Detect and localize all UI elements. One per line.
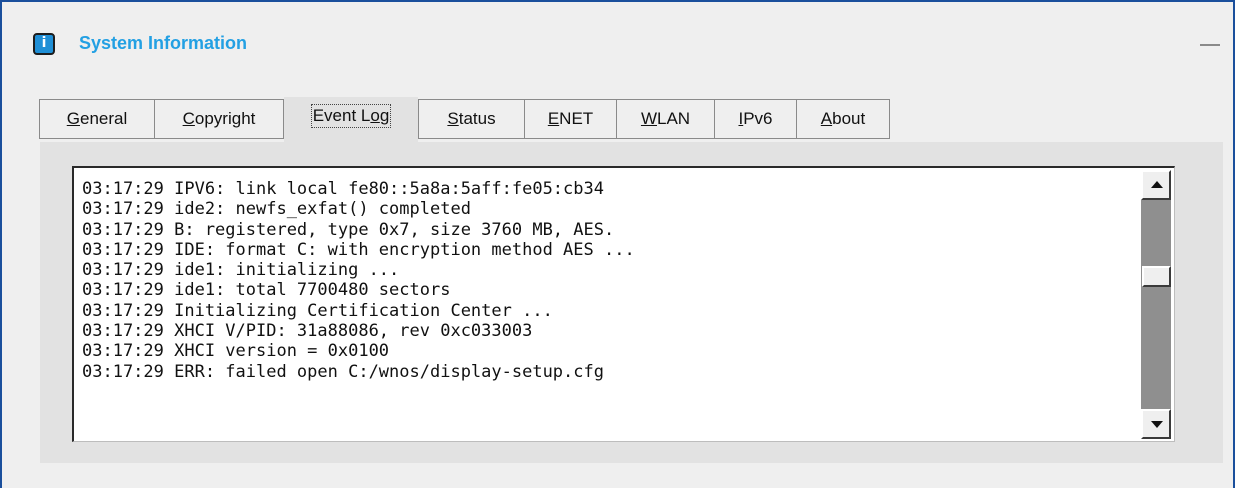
tab-mnemonic: W <box>640 109 657 128</box>
log-line: 03:17:29 IDE: format C: with encryption … <box>82 239 635 260</box>
log-line: 03:17:29 Initializing Certification Cent… <box>82 300 553 321</box>
tab-mnemonic: A <box>820 109 833 128</box>
tab-label: Event Log <box>310 104 392 128</box>
tab-label: WLAN <box>640 109 691 128</box>
event-log-textbox[interactable]: 03:17:29 IPV6: link local fe80::5a8a:5af… <box>72 166 1175 442</box>
tab-label: General <box>66 109 128 128</box>
tab-label: ENET <box>547 109 594 128</box>
tab-enet[interactable]: ENET <box>524 99 617 139</box>
log-line: 03:17:29 B: registered, type 0x7, size 3… <box>82 219 615 240</box>
tab-mnemonic: S <box>447 109 459 128</box>
tab-mnemonic: I <box>738 109 744 128</box>
minimize-icon[interactable] <box>1200 44 1220 46</box>
tab-status[interactable]: Status <box>418 99 525 139</box>
arrow-up-icon <box>1151 181 1163 188</box>
log-line: 03:17:29 ERR: failed open C:/wnos/displa… <box>82 361 604 382</box>
log-line: 03:17:29 XHCI V/PID: 31a88086, rev 0xc03… <box>82 321 533 342</box>
scroll-up-button[interactable] <box>1141 170 1171 200</box>
tab-label: IPv6 <box>738 109 773 128</box>
log-line: 03:17:29 XHCI version = 0x0100 <box>82 341 390 362</box>
scroll-down-button[interactable] <box>1141 409 1171 439</box>
tab-mnemonic: G <box>66 109 80 128</box>
tab-general[interactable]: General <box>39 99 155 139</box>
log-line: 03:17:29 ide1: total 7700480 sectors <box>82 280 451 301</box>
tab-about[interactable]: About <box>796 99 890 139</box>
info-icon: i <box>33 33 55 55</box>
tab-label: About <box>820 109 866 128</box>
tab-mnemonic: E <box>547 109 560 128</box>
log-line: 03:17:29 ide1: initializing ... <box>82 260 400 281</box>
tab-ipv6[interactable]: IPv6 <box>714 99 797 139</box>
tab-event-log[interactable]: Event Log <box>284 97 418 144</box>
tab-label: Copyright <box>182 109 256 128</box>
window-title: System Information <box>79 33 248 53</box>
log-line: 03:17:29 ide2: newfs_exfat() completed <box>82 199 471 220</box>
tab-mnemonic: o <box>370 106 380 125</box>
tab-mnemonic: C <box>182 109 195 128</box>
vertical-scrollbar[interactable] <box>1141 170 1171 439</box>
tab-copyright[interactable]: Copyright <box>154 99 284 139</box>
scrollbar-thumb[interactable] <box>1142 266 1171 287</box>
log-line: 03:17:29 IPV6: link local fe80::5a8a:5af… <box>82 179 604 199</box>
tab-wlan[interactable]: WLAN <box>616 99 715 139</box>
event-log-lines: 03:17:29 IPV6: link local fe80::5a8a:5af… <box>82 179 1136 382</box>
arrow-down-icon <box>1151 421 1163 428</box>
tab-label: Status <box>447 109 496 128</box>
